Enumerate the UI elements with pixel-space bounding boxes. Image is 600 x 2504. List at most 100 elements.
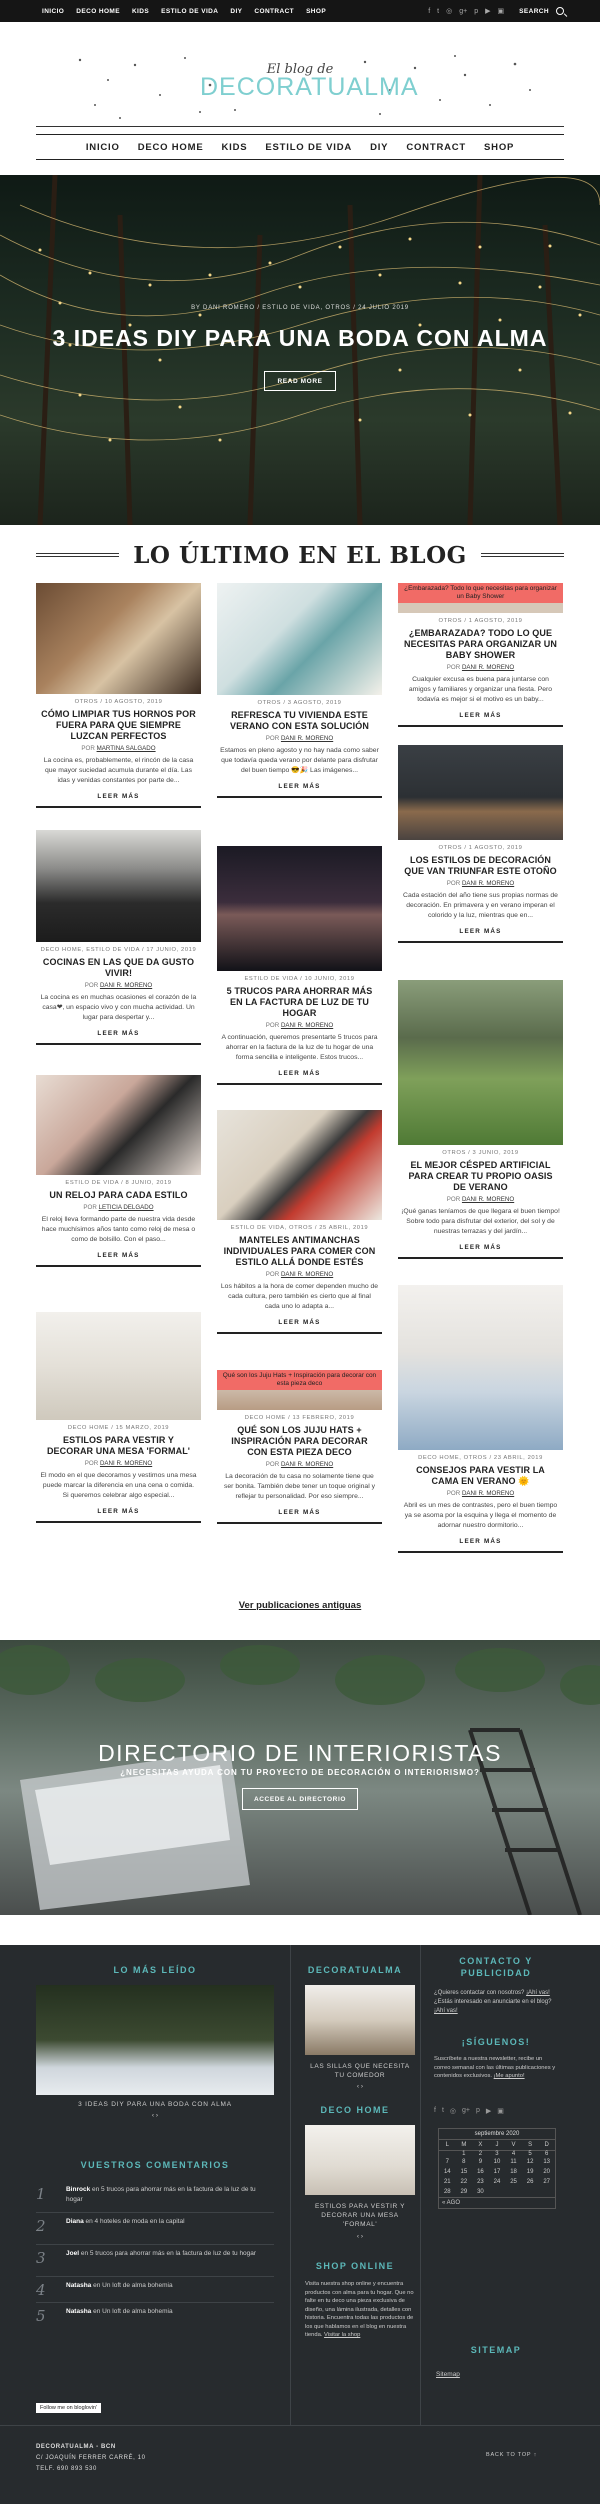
- pinterest-icon[interactable]: p: [476, 2107, 480, 2115]
- pinterest-icon[interactable]: p: [474, 8, 478, 15]
- youtube-icon[interactable]: ▶: [486, 2107, 491, 2115]
- read-more-link[interactable]: LEER MÁS: [217, 1319, 382, 1326]
- post-image[interactable]: [398, 1285, 563, 1450]
- author-link[interactable]: DANI R. MORENO: [100, 982, 152, 989]
- google-plus-icon[interactable]: g+: [462, 2107, 470, 2115]
- search-icon[interactable]: [556, 7, 564, 15]
- comment-author[interactable]: Diana: [66, 2218, 84, 2225]
- facebook-icon[interactable]: f: [428, 8, 430, 15]
- author-link[interactable]: DANI R. MORENO: [462, 1490, 514, 1497]
- post-title[interactable]: UN RELOJ PARA CADA ESTILO: [40, 1190, 197, 1201]
- older-posts-link[interactable]: Ver publicaciones antiguas: [0, 1600, 600, 1611]
- post-image[interactable]: [217, 846, 382, 971]
- read-more-link[interactable]: LEER MÁS: [398, 712, 563, 719]
- author-link[interactable]: DANI R. MORENO: [462, 1196, 514, 1203]
- hero-slider[interactable]: BY DANI ROMERO / ESTILO DE VIDA, OTROS /…: [0, 175, 600, 525]
- bloglovin-badge[interactable]: Follow me on bloglovin': [36, 2403, 101, 2413]
- post-image[interactable]: [36, 830, 201, 942]
- nav-diy[interactable]: DIY: [370, 142, 388, 153]
- back-to-top-link[interactable]: BACK TO TOP ↑: [486, 2450, 537, 2460]
- directory-button[interactable]: ACCEDE AL DIRECTORIO: [242, 1788, 358, 1810]
- author-link[interactable]: DANI R. MORENO: [462, 880, 514, 887]
- read-more-link[interactable]: LEER MÁS: [217, 1070, 382, 1077]
- nav-estilo-de-vida[interactable]: ESTILO DE VIDA: [265, 142, 352, 153]
- hero-read-more-button[interactable]: READ MORE: [264, 371, 336, 391]
- nav-contract[interactable]: CONTRACT: [406, 142, 466, 153]
- post-title[interactable]: CÓMO LIMPIAR TUS HORNOS POR FUERA PARA Q…: [40, 709, 197, 742]
- post-image[interactable]: [36, 1312, 201, 1420]
- hero-title[interactable]: 3 IDEAS DIY PARA UNA BODA CON ALMA: [0, 325, 600, 352]
- comment-author[interactable]: Binrock: [66, 2186, 90, 2193]
- author-link[interactable]: DANI R. MORENO: [281, 1271, 333, 1278]
- instagram-icon[interactable]: ◎: [450, 2107, 456, 2115]
- post-title[interactable]: ESTILOS PARA VESTIR Y DECORAR UNA MESA '…: [40, 1435, 197, 1457]
- deco-home-pager[interactable]: ‹ ›: [305, 2232, 415, 2242]
- read-more-link[interactable]: LEER MÁS: [36, 793, 201, 800]
- tumblr-icon[interactable]: ▣: [498, 7, 505, 15]
- post-title[interactable]: QUÉ SON LOS JUJU HATS + INSPIRACIÓN PARA…: [221, 1425, 378, 1458]
- author-link[interactable]: LETICIA DELGADO: [99, 1204, 154, 1211]
- tumblr-icon[interactable]: ▣: [497, 2107, 504, 2115]
- top-nav-estilo-de-vida[interactable]: ESTILO DE VIDA: [161, 8, 218, 15]
- most-read-caption[interactable]: 3 IDEAS DIY PARA UNA BODA CON ALMA: [36, 2100, 274, 2110]
- comment-link[interactable]: en 4 hoteles de moda en la capital: [86, 2218, 185, 2225]
- post-image[interactable]: [217, 1110, 382, 1220]
- author-link[interactable]: DANI R. MORENO: [100, 1460, 152, 1467]
- read-more-link[interactable]: LEER MÁS: [398, 928, 563, 935]
- read-more-link[interactable]: LEER MÁS: [217, 783, 382, 790]
- deco-home-caption[interactable]: ESTILOS PARA VESTIR Y DECORAR UNA MESA '…: [305, 2202, 415, 2229]
- top-nav-deco-home[interactable]: DECO HOME: [76, 8, 120, 15]
- post-title[interactable]: CONSEJOS PARA VESTIR LA CAMA EN VERANO 🌞: [402, 1465, 559, 1487]
- nav-kids[interactable]: KIDS: [221, 142, 247, 153]
- author-link[interactable]: DANI R. MORENO: [281, 1461, 333, 1468]
- post-image[interactable]: [398, 745, 563, 840]
- post-image[interactable]: [36, 1075, 201, 1175]
- comment-author[interactable]: Joel: [66, 2250, 79, 2257]
- decoratualma-caption[interactable]: LAS SILLAS QUE NECESITA TU COMEDOR: [305, 2062, 415, 2080]
- post-image[interactable]: ¿Embarazada? Todo lo que necesitas para …: [398, 583, 563, 613]
- search-label[interactable]: SEARCH: [519, 8, 549, 15]
- read-more-link[interactable]: LEER MÁS: [398, 1538, 563, 1545]
- decoratualma-pager[interactable]: ‹ ›: [305, 2082, 415, 2092]
- shop-online-link[interactable]: Visitar la shop: [324, 2332, 360, 2338]
- author-link[interactable]: DANI R. MORENO: [281, 735, 333, 742]
- top-nav-diy[interactable]: DIY: [230, 8, 242, 15]
- subscribe-link[interactable]: ¡Me apunto!: [494, 2073, 525, 2079]
- comment-author[interactable]: Natasha: [66, 2308, 91, 2315]
- read-more-link[interactable]: LEER MÁS: [36, 1252, 201, 1259]
- nav-shop[interactable]: SHOP: [484, 142, 514, 153]
- facebook-icon[interactable]: f: [434, 2107, 436, 2115]
- nav-deco-home[interactable]: DECO HOME: [138, 142, 204, 153]
- post-image[interactable]: [217, 583, 382, 695]
- read-more-link[interactable]: LEER MÁS: [36, 1030, 201, 1037]
- post-image[interactable]: [398, 980, 563, 1145]
- twitter-icon[interactable]: t: [442, 2107, 444, 2115]
- read-more-link[interactable]: LEER MÁS: [398, 1244, 563, 1251]
- post-title[interactable]: REFRESCA TU VIVIENDA ESTE VERANO CON EST…: [221, 710, 378, 732]
- post-title[interactable]: 5 TRUCOS PARA AHORRAR MÁS EN LA FACTURA …: [221, 986, 378, 1019]
- deco-home-image[interactable]: [305, 2125, 415, 2195]
- read-more-link[interactable]: LEER MÁS: [36, 1508, 201, 1515]
- twitter-icon[interactable]: t: [437, 8, 439, 15]
- decoratualma-image[interactable]: [305, 1985, 415, 2055]
- nav-inicio[interactable]: INICIO: [86, 142, 120, 153]
- comment-link[interactable]: en Un loft de alma bohemia: [93, 2282, 173, 2289]
- top-nav-kids[interactable]: KIDS: [132, 8, 149, 15]
- author-link[interactable]: MARTINA SALGADO: [97, 745, 156, 752]
- calendar-prev-link[interactable]: « AGO: [439, 2197, 555, 2208]
- comment-author[interactable]: Natasha: [66, 2282, 91, 2289]
- site-logo[interactable]: El blog de DECORATUALMA: [200, 62, 418, 112]
- youtube-icon[interactable]: ▶: [485, 7, 490, 15]
- post-image[interactable]: Qué son los Juju Hats + Inspiración para…: [217, 1370, 382, 1410]
- contact-link[interactable]: ¡Ahí vas!: [526, 1990, 550, 1996]
- post-image[interactable]: [36, 583, 201, 694]
- ads-link[interactable]: ¡Ahí vas!: [434, 2008, 458, 2014]
- post-title[interactable]: COCINAS EN LAS QUE DA GUSTO VIVIR!: [40, 957, 197, 979]
- instagram-icon[interactable]: ◎: [446, 7, 452, 15]
- comment-link[interactable]: en 5 trucos para ahorrar más en la factu…: [66, 2186, 256, 2203]
- author-link[interactable]: DANI R. MORENO: [281, 1022, 333, 1029]
- most-read-pager[interactable]: ‹ ›: [36, 2111, 274, 2121]
- comment-link[interactable]: en 5 trucos para ahorrar más en la factu…: [81, 2250, 256, 2257]
- comment-link[interactable]: en Un loft de alma bohemia: [93, 2308, 173, 2315]
- most-read-image[interactable]: [36, 1985, 274, 2095]
